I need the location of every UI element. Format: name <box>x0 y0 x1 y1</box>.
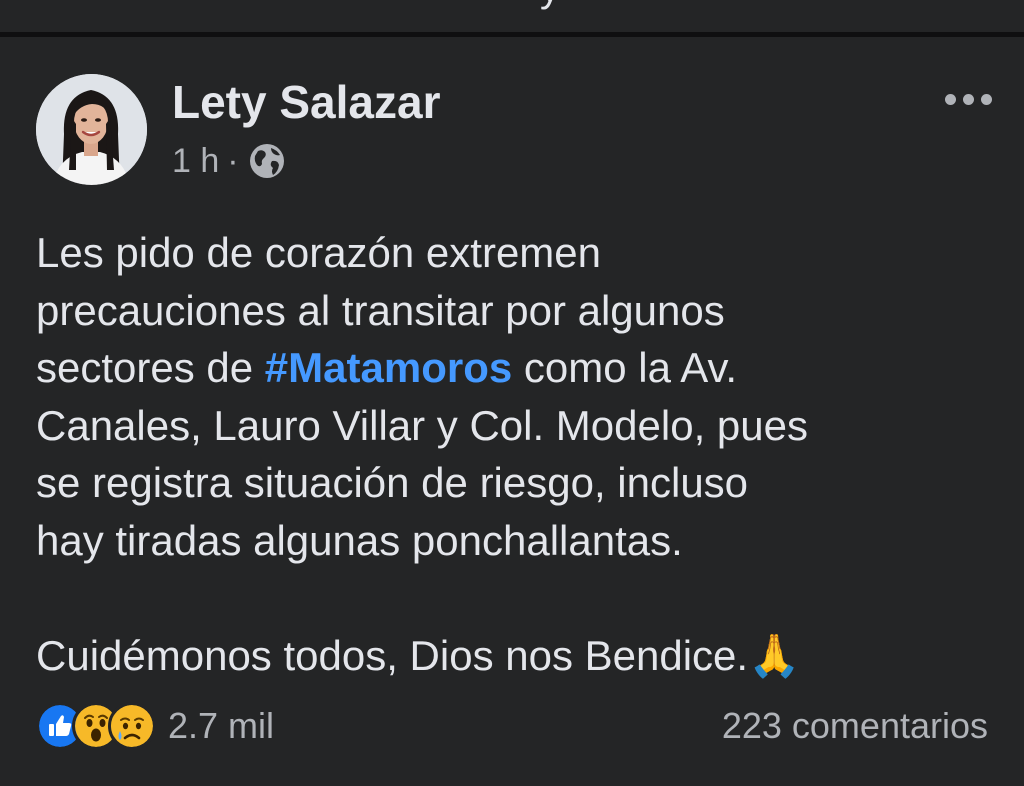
comments-count[interactable]: 223 comentarios <box>722 704 988 748</box>
post-line: se registra situación de riesgo, incluso <box>36 459 749 506</box>
previous-post-edge: y <box>0 0 1024 32</box>
post-time[interactable]: 1 h <box>172 142 219 181</box>
post-line: Les pido de corazón extremen <box>36 229 602 276</box>
post-body: Les pido de corazón extremen precaucione… <box>36 224 996 684</box>
post-line: sectores de <box>36 344 265 391</box>
more-dot <box>980 93 992 105</box>
meta-separator: · <box>227 141 239 180</box>
author-avatar[interactable] <box>36 74 147 185</box>
post-closing: Cuidémonos todos, Dios nos Bendice.🙏 <box>36 627 996 685</box>
post-line: como la Av. <box>512 344 738 391</box>
avatar-image <box>36 74 147 185</box>
reaction-count[interactable]: 2.7 mil <box>168 705 274 747</box>
post-meta: 1 h · <box>172 141 287 181</box>
more-dot <box>944 93 956 105</box>
praying-hands-emoji: 🙏 <box>748 631 801 679</box>
sad-reaction-icon <box>108 702 156 750</box>
post-line: hay tiradas algunas ponchallantas. <box>36 516 683 564</box>
post-line: Canales, Lauro Villar y Col. Modelo, pue… <box>36 401 808 449</box>
hashtag-link[interactable]: #Matamoros <box>265 344 512 391</box>
closing-line: Cuidémonos todos, Dios nos Bendice. <box>36 631 749 679</box>
post-card: Lety Salazar 1 h · Les pido de corazón e… <box>0 37 1024 786</box>
more-options-icon[interactable] <box>935 87 1001 111</box>
more-dot <box>962 93 974 105</box>
globe-icon <box>249 144 284 178</box>
post-line: precauciones al transitar por algunos <box>36 286 725 334</box>
reaction-summary[interactable]: 2.7 mil <box>36 702 274 750</box>
author-name[interactable]: Lety Salazar <box>172 75 440 129</box>
post-paragraph: Les pido de corazón extremen precaucione… <box>36 224 996 569</box>
clipped-text-fragment: y <box>540 0 560 11</box>
